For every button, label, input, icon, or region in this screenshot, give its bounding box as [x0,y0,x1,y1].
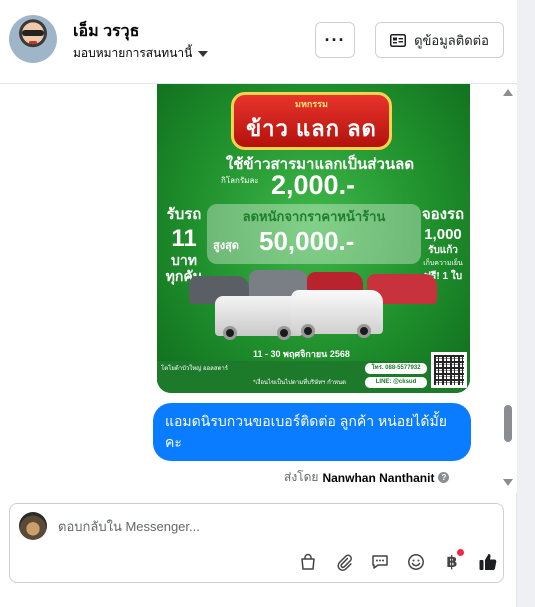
baht-icon: ฿ [446,554,458,571]
outgoing-message-bubble[interactable]: แอมดนิรบกวนขอเบอร์ติดต่อ ลูกค้า หน่อยได้… [153,403,471,461]
composer-toolbar: ฿ [290,549,506,575]
conversation-header: เอ็ม วรวุธ มอบหมายการสนทนานี้ ··· ดูข้อม… [0,0,517,84]
conversation-panel: เอ็ม วรวุธ มอบหมายการสนทนานี้ ··· ดูข้อม… [0,0,517,607]
promo-discount-box: ลดหนักจากราคาหน้าร้าน สูงสุด 50,000.- [207,204,421,264]
smiley-icon [408,554,424,570]
promo-max-label: สูงสุด [213,240,239,252]
scroll-up-arrow[interactable] [503,89,513,96]
sent-by-name[interactable]: Nanwhan Nanthanit [322,471,434,485]
promo-phone: โทร. 088-5577932 [365,363,427,374]
avatar-lips [29,41,37,44]
qr-pattern [434,355,464,385]
promo-discount-line: ลดหนักจากราคาหน้าร้าน [242,209,386,224]
assign-label: มอบหมายการสนทนานี้ [73,46,193,60]
promo-left-line2: 11 [171,225,197,252]
contact-avatar[interactable] [9,15,57,63]
shopping-bag-icon [301,553,315,570]
car-wheel [277,326,291,340]
promo-right-line1: จองรถ [421,206,465,223]
saved-replies-button[interactable] [362,549,398,575]
promo-right-line4: เก็บความเย็น [423,260,463,267]
attach-button[interactable] [326,549,362,575]
caret-down-icon [198,50,209,57]
shopping-bag-button[interactable] [290,549,326,575]
sent-by-prefix: ส่งโดย [284,470,319,484]
reply-input[interactable] [58,516,358,536]
promo-date-range: 11 - 30 พฤศจิกายน 2568 [253,349,350,359]
like-button[interactable] [470,549,506,575]
promo-left-tag: รับรถ 11 บาท ทุกคัน [163,202,205,284]
promo-line-id: LINE: @cksud [365,377,427,388]
thumbs-up-icon [479,554,497,571]
page-edge [517,0,535,607]
promo-dealer: โตโยต้าบัวใหญ่ ออลสตาร์ [161,366,228,372]
promo-max-amount: 50,000.- [259,226,355,256]
contact-card-icon [390,33,407,47]
car-wheel [301,324,315,338]
contact-info-label: ดูข้อมูลติดต่อ [414,32,489,48]
help-icon[interactable]: ? [438,472,450,483]
car-wheel [223,326,237,340]
message-text: แอมดนิรบกวนขอเบอร์ติดต่อ ลูกค้า หน่อยได้… [165,413,447,450]
promo-badge-small: มหกรรม [295,98,328,109]
promo-badge: มหกรรม ข้าว แลก ลด [231,92,392,150]
scrollbar-thumb[interactable] [504,405,512,442]
promo-right-line2: 1,000 [424,226,462,243]
promo-right-tag: จองรถ 1,000 รับแก้ว เก็บความเย็น ฟรี! 1 … [419,202,467,284]
promo-right-line3: รับแก้ว [428,245,458,256]
contact-name[interactable]: เอ็ม วรวุธ [73,19,139,44]
notification-dot [457,549,464,556]
qr-code [431,352,467,388]
promo-badge-title: ข้าว แลก ลด [246,115,377,141]
more-icon: ··· [324,29,346,50]
more-options-button[interactable]: ··· [315,22,355,58]
promo-per-kg-amount: 2,000.- [271,170,356,200]
sent-by-label: ส่งโดย Nanwhan Nanthanit ? [284,468,450,487]
promo-left-line1: รับรถ [166,206,202,223]
promo-left-line3: บาท [171,252,197,268]
avatar-sunglasses [22,30,44,36]
paperclip-icon [337,554,352,571]
payment-button[interactable]: ฿ [434,549,470,575]
scroll-down-arrow[interactable] [503,479,513,486]
view-contact-info-button[interactable]: ดูข้อมูลติดต่อ [375,22,504,58]
page-avatar [19,512,47,540]
emoji-button[interactable] [398,549,434,575]
chat-bubble-icon [372,555,388,569]
promo-image-attachment[interactable]: มหกรรม ข้าว แลก ลด ใช้ข้าวสารมาแลกเป็นส่… [157,84,470,393]
reply-composer: ฿ [9,503,504,583]
car-wheel [357,324,371,338]
assign-conversation-dropdown[interactable]: มอบหมายการสนทนานี้ [73,44,209,63]
